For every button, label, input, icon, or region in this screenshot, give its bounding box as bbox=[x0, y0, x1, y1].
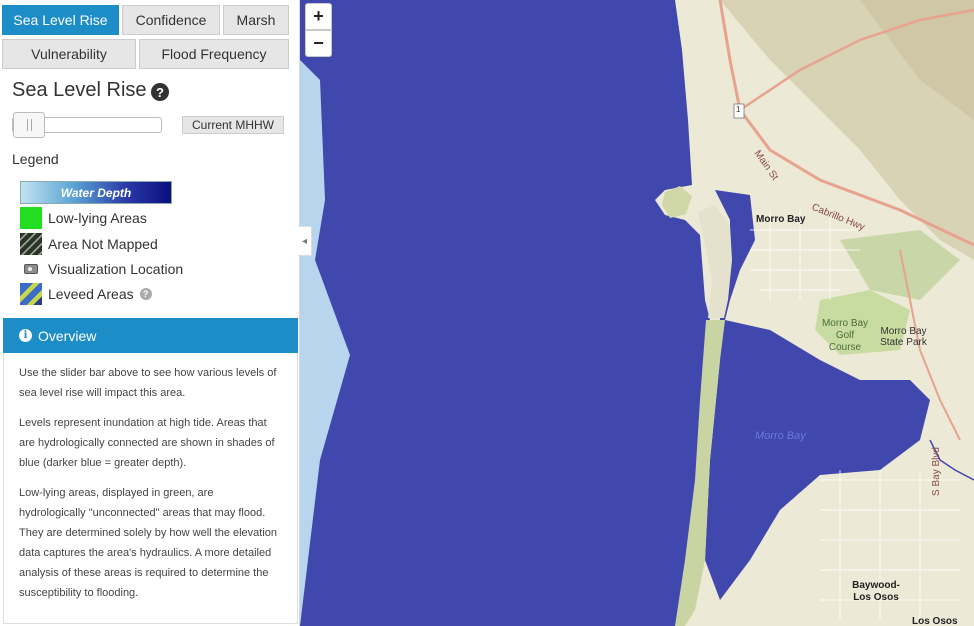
map-label-los-osos: Los Osos bbox=[912, 616, 958, 626]
overview-paragraph: Levels represent inundation at high tide… bbox=[19, 417, 275, 469]
collapse-sidebar-button[interactable]: ◂ bbox=[298, 226, 312, 256]
legend-label: Area Not Mapped bbox=[48, 236, 158, 252]
map-label-s-bay-blvd: S Bay Blvd bbox=[930, 447, 942, 496]
map-label-state-park: Morro Bay State Park bbox=[880, 326, 927, 348]
ocean-flood bbox=[300, 0, 710, 626]
map-label-bay: Morro Bay bbox=[755, 430, 806, 442]
slider-value-label: Current MHHW bbox=[182, 116, 284, 134]
panel-title: Sea Level Rise bbox=[12, 79, 147, 101]
overview-paragraph: Low-lying areas, displayed in green, are… bbox=[19, 487, 278, 599]
low-lying-swatch bbox=[20, 207, 42, 229]
sidebar: Sea Level Rise Confidence Marsh Vulnerab… bbox=[0, 0, 300, 626]
tab-sea-level-rise[interactable]: Sea Level Rise bbox=[2, 5, 119, 35]
overview-body: Use the slider bar above to see how vari… bbox=[3, 353, 298, 624]
legend-item-low-lying: Low-lying Areas bbox=[20, 207, 147, 229]
tab-vulnerability[interactable]: Vulnerability bbox=[2, 39, 136, 69]
info-icon: i bbox=[19, 329, 32, 342]
legend-label: Low-lying Areas bbox=[48, 210, 147, 226]
legend-item-visualization: Visualization Location bbox=[20, 258, 183, 280]
legend-title: Legend bbox=[12, 151, 59, 167]
map-label-golf-course: Morro Bay Golf Course bbox=[821, 318, 869, 353]
overview-paragraph: Use the slider bar above to see how vari… bbox=[19, 367, 277, 399]
zoom-in-button[interactable]: + bbox=[305, 3, 332, 30]
map-label-morro-bay: Morro Bay bbox=[756, 214, 806, 225]
tab-confidence[interactable]: Confidence bbox=[122, 5, 220, 35]
legend-item-not-mapped: Area Not Mapped bbox=[20, 233, 158, 255]
help-icon[interactable]: ? bbox=[139, 288, 152, 300]
slider-handle[interactable] bbox=[13, 112, 45, 138]
help-icon[interactable]: ? bbox=[151, 83, 169, 101]
map-label-baywood: Baywood-Los Osos bbox=[852, 580, 900, 603]
overview-header[interactable]: i Overview bbox=[3, 318, 298, 353]
highway-shield: 1 bbox=[736, 105, 741, 114]
legend-label: Visualization Location bbox=[48, 261, 184, 277]
zoom-out-button[interactable]: − bbox=[305, 30, 332, 57]
legend-label: Leveed Areas bbox=[48, 286, 134, 302]
tab-marsh[interactable]: Marsh bbox=[223, 5, 289, 35]
map[interactable]: + − 1 Main St Cabrillo Hwy Morro Bay Mor… bbox=[300, 0, 974, 626]
water-depth-label: Water Depth bbox=[60, 185, 132, 200]
area-not-mapped-swatch bbox=[20, 233, 42, 255]
water-depth-gradient: Water Depth bbox=[20, 181, 172, 204]
map-canvas bbox=[300, 0, 974, 626]
leveed-swatch bbox=[20, 283, 42, 305]
legend-item-leveed: Leveed Areas ? bbox=[20, 283, 152, 305]
overview-title: Overview bbox=[38, 327, 97, 344]
tab-flood-frequency[interactable]: Flood Frequency bbox=[139, 39, 289, 69]
camera-icon bbox=[20, 258, 42, 280]
